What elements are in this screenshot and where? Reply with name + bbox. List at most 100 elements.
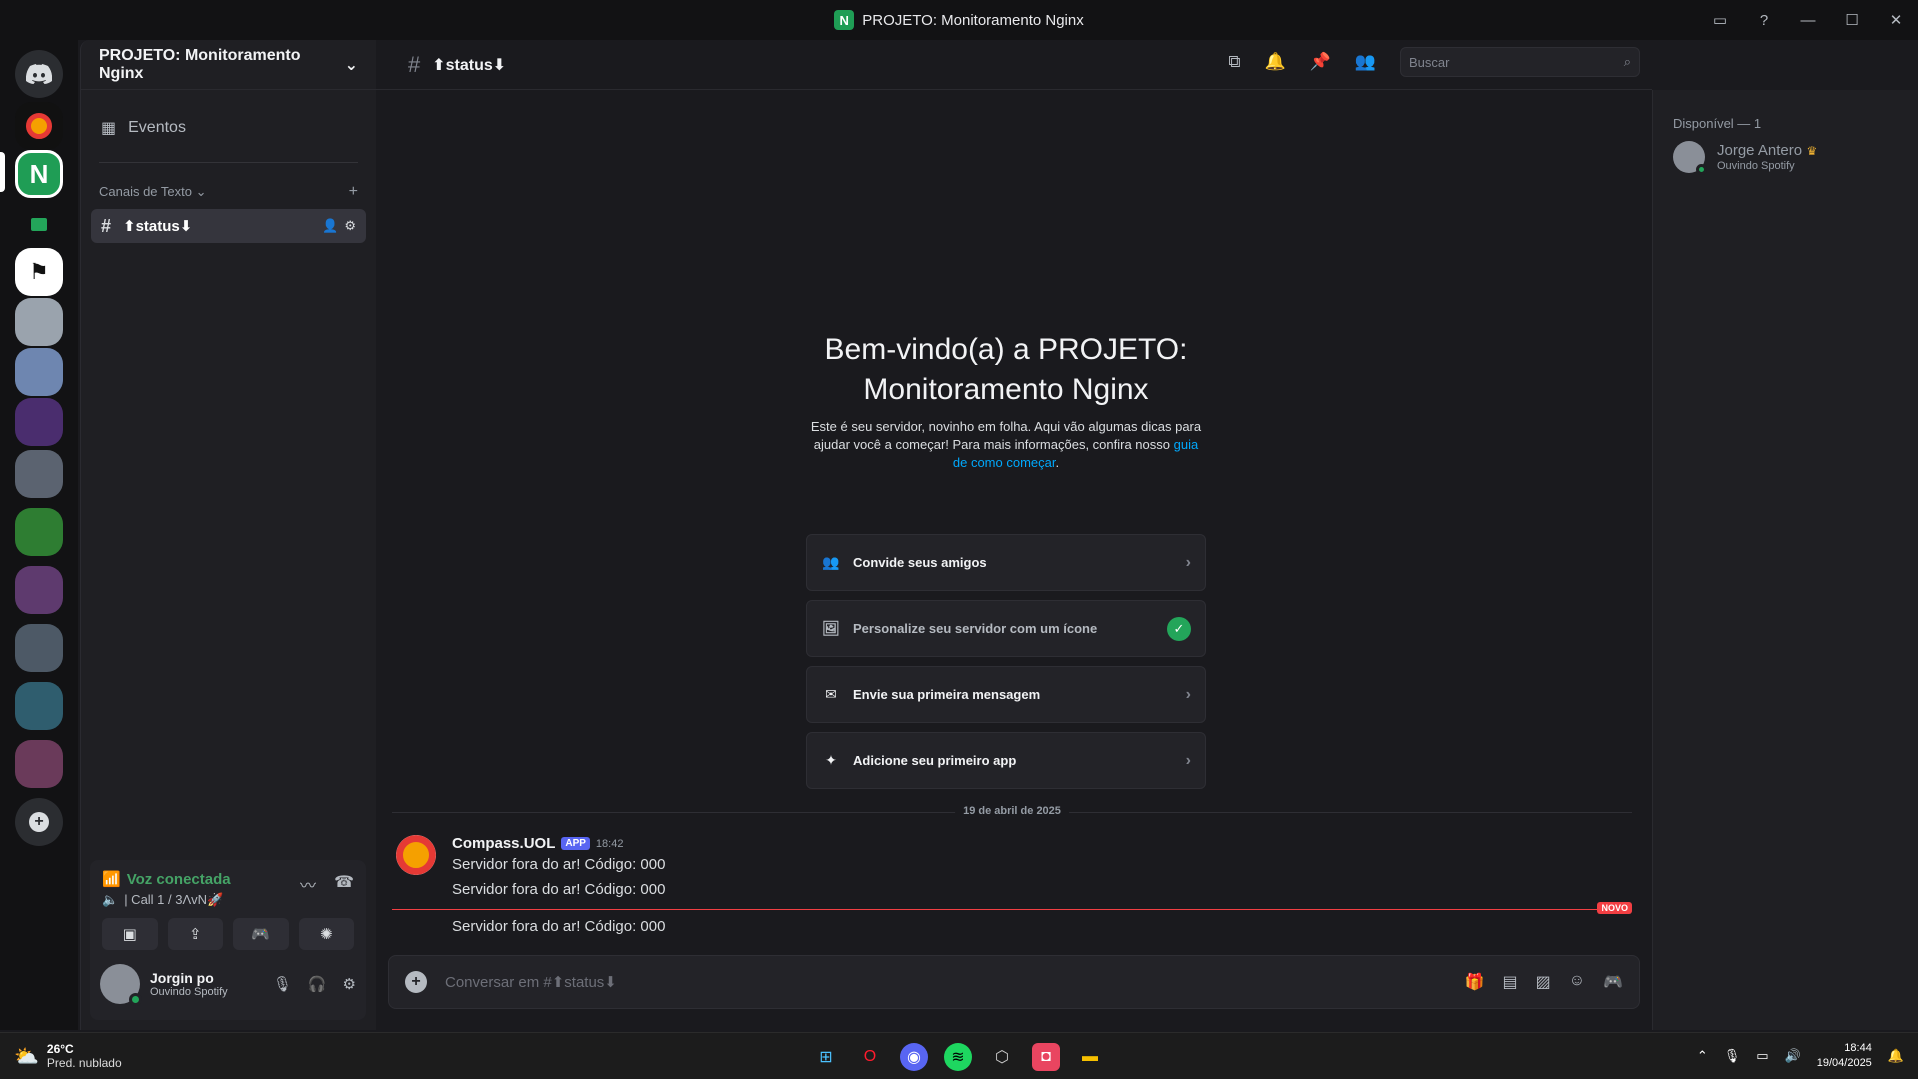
os-taskbar: ⛅ 26°C Pred. nublado ⊞ O ◉ ≋ ⬡ ◘ ▬ ⌃ 🎙 ▭… bbox=[0, 1032, 1918, 1079]
task-first-message[interactable]: ✉ Envie sua primeira mensagem › bbox=[806, 666, 1206, 723]
server-folder-5[interactable] bbox=[15, 740, 63, 788]
screen-share-button[interactable]: ⇪ bbox=[167, 918, 223, 950]
server-projeto-nginx[interactable]: N bbox=[15, 150, 63, 198]
chevron-right-icon: › bbox=[1185, 685, 1191, 703]
task-invite-friends[interactable]: 👥 Convide seus amigos › bbox=[806, 534, 1206, 591]
gif-icon[interactable]: ▤ bbox=[1502, 972, 1517, 992]
server-rail: N ⚑ + bbox=[0, 40, 78, 1030]
app-icon[interactable]: ◘ bbox=[1032, 1043, 1060, 1071]
weather-widget[interactable]: ⛅ 26°C Pred. nublado bbox=[14, 1042, 122, 1070]
online-status-icon bbox=[1696, 164, 1707, 175]
close-button[interactable]: ✕ bbox=[1874, 0, 1918, 40]
server-icon-7[interactable] bbox=[15, 566, 63, 614]
message-timestamp: 18:42 bbox=[595, 837, 624, 850]
system-tray: ⌃ 🎙 ▭ 🔊 18:44 19/04/2025 🔔 bbox=[1697, 1041, 1904, 1071]
server-folder-3[interactable] bbox=[15, 624, 63, 672]
chevron-right-icon: › bbox=[1185, 751, 1191, 769]
invite-icon[interactable]: 👤 bbox=[322, 218, 338, 234]
new-badge: NOVO bbox=[1597, 902, 1632, 914]
voice-status[interactable]: 📶 Voz conectada bbox=[102, 870, 231, 889]
user-panel: Jorgin po Ouvindo Spotify 🎙 🎧 ⚙ bbox=[90, 950, 366, 1006]
soundboard-button[interactable]: ✺ bbox=[298, 918, 354, 950]
guild-name: PROJETO: Monitoramento Nginx bbox=[99, 46, 301, 82]
server-icon-3[interactable]: ⚑ bbox=[15, 248, 63, 296]
maximize-button[interactable]: ☐ bbox=[1830, 0, 1874, 40]
avatar[interactable] bbox=[396, 835, 436, 875]
guild-header[interactable]: PROJETO: Monitoramento Nginx ⌄ bbox=[81, 40, 376, 90]
discord-icon[interactable]: ◉ bbox=[900, 1043, 928, 1071]
task-add-app[interactable]: ✦ Adicione seu primeiro app › bbox=[806, 732, 1206, 789]
add-channel-icon[interactable]: + bbox=[349, 183, 358, 201]
network-icon[interactable]: ▭ bbox=[1756, 1048, 1768, 1064]
volume-icon[interactable]: 🔊 bbox=[1785, 1048, 1801, 1064]
chevron-up-icon[interactable]: ⌃ bbox=[1697, 1048, 1708, 1064]
noise-suppression-icon[interactable]: 〰 bbox=[300, 872, 316, 908]
server-icon-4[interactable] bbox=[15, 298, 63, 346]
help-icon[interactable]: ? bbox=[1742, 0, 1786, 40]
member-item[interactable]: Jorge Antero ♛ Ouvindo Spotify bbox=[1673, 141, 1898, 175]
welcome-punctuation: . bbox=[1055, 455, 1060, 470]
chevron-down-icon: ⌄ bbox=[344, 56, 358, 74]
minimize-button[interactable]: — bbox=[1786, 0, 1830, 40]
welcome-text: Este é seu servidor, novinho em folha. A… bbox=[806, 418, 1206, 472]
avatar[interactable] bbox=[100, 964, 142, 1006]
clock[interactable]: 18:44 19/04/2025 bbox=[1817, 1041, 1872, 1071]
channel-status[interactable]: # ⬆status⬇ 👤 ⚙ bbox=[91, 209, 366, 243]
message-author[interactable]: Compass.UOL bbox=[452, 835, 555, 852]
header-toolbar: ⧉ 🔔 📌 👥 Buscar ⌕ bbox=[1228, 47, 1640, 77]
message-text: Servidor fora do ar! Código: 000 bbox=[452, 918, 666, 935]
pin-icon[interactable]: 📌 bbox=[1310, 52, 1331, 77]
threads-icon[interactable]: ⧉ bbox=[1228, 52, 1240, 77]
activities-icon[interactable]: 🎮 bbox=[1603, 972, 1623, 992]
welcome-description: Este é seu servidor, novinho em folha. A… bbox=[810, 419, 1202, 452]
message-composer[interactable]: + Conversar em #⬆status⬇ 🎁 ▤ ▨ ☺ 🎮 bbox=[388, 955, 1640, 1009]
image-icon: 🖼 bbox=[822, 620, 840, 636]
server-badge-icon: N bbox=[834, 10, 855, 30]
windows-start-icon[interactable]: ⊞ bbox=[812, 1043, 840, 1071]
folder-icon[interactable] bbox=[15, 200, 63, 248]
file-explorer-icon[interactable]: ▬ bbox=[1076, 1043, 1104, 1071]
crown-icon: ♛ bbox=[1806, 144, 1818, 158]
microphone-icon[interactable]: 🎙 bbox=[273, 975, 292, 993]
virtualbox-icon[interactable]: ⬡ bbox=[988, 1043, 1016, 1071]
server-folder-4[interactable] bbox=[15, 682, 63, 730]
events-label: Eventos bbox=[128, 119, 186, 136]
server-initial: N bbox=[29, 158, 49, 189]
username: Jorgin po bbox=[150, 970, 214, 986]
active-server-indicator bbox=[0, 152, 5, 192]
task-customize-icon[interactable]: 🖼 Personalize seu servidor com um ícone … bbox=[806, 600, 1206, 657]
headphones-icon[interactable]: 🎧 bbox=[308, 975, 327, 993]
search-input[interactable]: Buscar ⌕ bbox=[1400, 47, 1640, 77]
gift-icon[interactable]: 🎁 bbox=[1465, 972, 1485, 992]
cloud-sun-icon: ⛅ bbox=[14, 1045, 39, 1068]
gear-icon[interactable]: ⚙ bbox=[343, 975, 356, 993]
sticker-icon[interactable]: ▨ bbox=[1536, 972, 1551, 992]
add-server-button[interactable]: + bbox=[15, 798, 63, 846]
onboarding-tasks: 👥 Convide seus amigos › 🖼 Personalize se… bbox=[806, 534, 1206, 798]
window-title-text: PROJETO: Monitoramento Nginx bbox=[862, 11, 1084, 29]
events-link[interactable]: ▦ Eventos bbox=[91, 108, 366, 148]
camera-off-button[interactable]: ▣ bbox=[102, 918, 158, 950]
server-folder-2[interactable] bbox=[15, 508, 63, 556]
bell-icon[interactable]: 🔔 bbox=[1264, 52, 1285, 77]
discord-home-icon[interactable] bbox=[15, 50, 63, 98]
opera-icon[interactable]: O bbox=[856, 1043, 884, 1071]
activities-button[interactable]: 🎮 bbox=[233, 918, 289, 950]
check-icon: ✓ bbox=[1167, 616, 1191, 641]
server-compass-uol[interactable] bbox=[15, 102, 63, 150]
category-text-channels[interactable]: Canais de Texto ⌄ + bbox=[81, 183, 376, 201]
server-folder-1[interactable] bbox=[15, 450, 63, 498]
server-icon-6[interactable] bbox=[15, 398, 63, 446]
disconnect-icon[interactable]: ☎ bbox=[334, 872, 354, 908]
notification-icon[interactable]: 🔔 bbox=[1888, 1048, 1904, 1064]
voice-channel[interactable]: 🔈 | Call 1 / 3ΛvN🚀 bbox=[102, 892, 231, 908]
attach-plus-icon[interactable]: + bbox=[405, 971, 427, 993]
gear-icon[interactable]: ⚙ bbox=[344, 218, 356, 234]
date-label: 19 de abril de 2025 bbox=[955, 805, 1069, 817]
spotify-icon[interactable]: ≋ bbox=[944, 1043, 972, 1071]
microphone-icon[interactable]: 🎙 bbox=[1724, 1048, 1741, 1064]
server-icon-5[interactable] bbox=[15, 348, 63, 396]
emoji-icon[interactable]: ☺ bbox=[1569, 972, 1585, 992]
members-icon[interactable]: 👥 bbox=[1355, 52, 1376, 77]
inbox-icon[interactable]: ▭ bbox=[1698, 0, 1742, 40]
